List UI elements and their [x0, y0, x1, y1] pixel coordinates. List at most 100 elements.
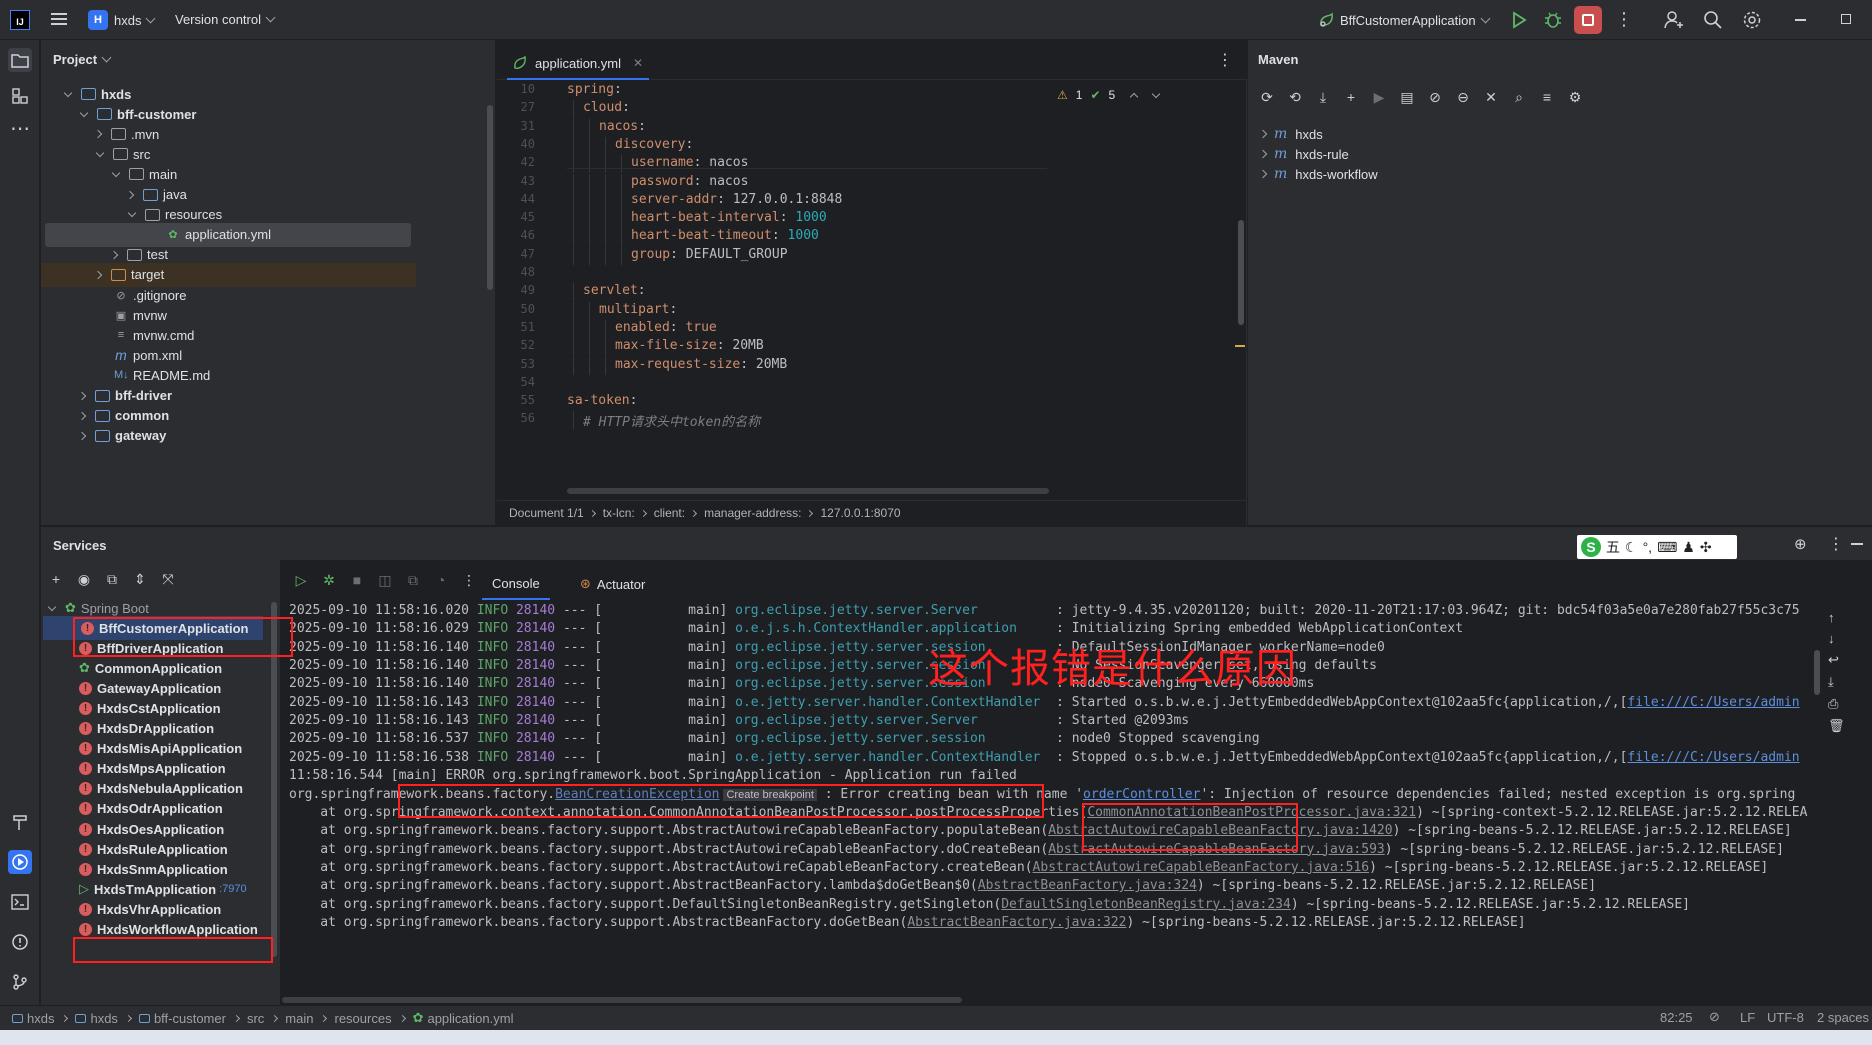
editor-more-icon[interactable]: ⋮ [1217, 50, 1233, 70]
status-path-item[interactable]: bff-customer [138, 1011, 226, 1026]
add-service-icon[interactable]: + [45, 568, 67, 590]
breadcrumb-item[interactable]: Document 1/1 [509, 506, 584, 520]
console-more-icon[interactable]: ⋮ [458, 569, 480, 591]
expand-all-icon[interactable]: ≡ [1536, 86, 1558, 108]
breadcrumb-item[interactable]: client: [654, 506, 685, 520]
print-icon[interactable]: ⎙ [1828, 696, 1845, 712]
source-link[interactable]: CommonAnnotationBeanPostProcessor.java:3… [1087, 805, 1416, 820]
exception-class-link[interactable]: BeanCreationException [555, 787, 719, 802]
debug-service-icon[interactable]: ✲ [318, 569, 340, 591]
chevron-right-icon[interactable] [77, 391, 87, 400]
close-tab-icon[interactable]: ✕ [633, 56, 643, 70]
download-icon[interactable]: ⤓ [1312, 86, 1334, 108]
line-separator[interactable]: LF [1740, 1010, 1755, 1025]
tab-actuator[interactable]: ⊛ Actuator [572, 568, 653, 600]
clear-icon[interactable]: 🗑 [1828, 718, 1845, 734]
logger-name[interactable]: o.e.jetty.server.handler.ContextHandler [735, 695, 1056, 710]
services-tool-icon[interactable] [8, 850, 32, 874]
indent-setting[interactable]: 2 spaces [1817, 1010, 1869, 1025]
rerun-icon[interactable]: ▷ [290, 569, 312, 591]
maven-project[interactable]: m hxds-rule [1258, 144, 1349, 164]
status-path-item[interactable]: main [285, 1011, 313, 1026]
more-icon[interactable]: ⋮ [1615, 10, 1633, 28]
editor-scrollbar[interactable] [1238, 220, 1244, 325]
project-scrollbar[interactable] [487, 105, 493, 290]
chevron-down-icon[interactable] [127, 208, 137, 218]
services-scrollbar[interactable] [271, 602, 277, 957]
soft-wrap-icon[interactable]: ↩ [1828, 652, 1845, 668]
status-path-item[interactable]: hxds [12, 1011, 54, 1026]
chevron-right-icon[interactable] [93, 270, 103, 280]
source-link[interactable]: AbstractAutowireCapableBeanFactory.java:… [1048, 842, 1385, 857]
chevron-right-icon[interactable] [93, 129, 103, 139]
chevron-down-icon[interactable] [95, 148, 105, 158]
chevron-down-icon[interactable] [111, 168, 121, 178]
breadcrumb-item[interactable]: 127.0.0.1:8070 [820, 506, 900, 520]
maven-settings-icon[interactable]: ⚙ [1564, 86, 1586, 108]
service-item[interactable]: ! HxdsWorkflowApplication [41, 918, 281, 942]
new-tab-icon[interactable]: ⧉ [101, 568, 123, 590]
run-maven-icon[interactable]: ▶ [1368, 86, 1390, 108]
hide-icon[interactable] [1851, 543, 1863, 545]
console-hscrollbar[interactable] [282, 997, 962, 1003]
build-tool-icon[interactable] [8, 810, 32, 834]
scroll-down-icon[interactable]: ↓ [1828, 631, 1845, 646]
status-path-item[interactable]: src [247, 1011, 264, 1026]
chevron-right-icon[interactable] [125, 190, 135, 199]
services-more-icon[interactable]: ⋮ [1828, 534, 1844, 554]
logger-name[interactable]: o.e.j.s.h.ContextHandler.application [735, 621, 1056, 636]
git-tool-icon[interactable] [8, 970, 32, 994]
chevron-down-icon[interactable] [79, 108, 89, 117]
file-link[interactable]: file:///C:/Users/admin [1627, 750, 1799, 765]
reload-icon[interactable]: ⟳ [1256, 86, 1278, 108]
maven-project[interactable]: m hxds [1258, 124, 1323, 144]
chevron-right-icon[interactable] [1258, 149, 1268, 159]
logger-name[interactable]: org.eclipse.jetty.server.session [735, 731, 1056, 746]
reload-folder-icon[interactable]: ⟲ [1284, 86, 1306, 108]
collapse-all-icon[interactable]: ⤧ [157, 568, 179, 590]
source-link[interactable]: AbstractBeanFactory.java:324 [978, 878, 1197, 893]
problems-tool-icon[interactable] [8, 930, 32, 954]
collapse-icon[interactable]: ✕ [1480, 86, 1502, 108]
search-icon[interactable] [1703, 10, 1723, 33]
chevron-right-icon[interactable] [77, 431, 87, 440]
main-menu-icon[interactable] [50, 11, 68, 30]
expand-icon[interactable]: ⇕ [129, 568, 151, 590]
tree-item[interactable]: gateway [41, 424, 481, 448]
code-area[interactable]: 10 spring: 27 cloud: 31 nacos: 40 discovery: 42 u… [497, 80, 1237, 480]
screenshot-icon[interactable]: ◫ [374, 569, 396, 591]
bean-name-link[interactable]: orderController [1083, 787, 1200, 802]
create-breakpoint-link[interactable]: Create breakpoint [723, 788, 817, 801]
logger-name[interactable]: org.eclipse.jetty.server.Server [735, 713, 1056, 728]
caret-position[interactable]: 82:25 [1660, 1010, 1693, 1025]
restore-icon[interactable]: ⧉ [402, 569, 424, 591]
logger-name[interactable]: org.eclipse.jetty.server.Server [735, 603, 1056, 618]
chevron-right-icon[interactable] [1258, 170, 1268, 179]
ime-toolbar[interactable]: S 五 ☾ °, ⌨ ♟ ✣ [1577, 535, 1737, 559]
file-encoding[interactable]: UTF-8 [1767, 1010, 1804, 1025]
status-path-item[interactable]: ✿ application.yml [413, 1010, 514, 1026]
source-link[interactable]: DefaultSingletonBeanRegistry.java:234 [1001, 897, 1291, 912]
maximize-icon[interactable] [1841, 14, 1851, 24]
skip-tests-icon[interactable]: ⊖ [1452, 86, 1474, 108]
project-panel-header[interactable]: Project [53, 52, 112, 67]
find-icon[interactable]: ⌕ [1508, 86, 1530, 108]
console-scrollbar[interactable] [1814, 650, 1820, 695]
structure-tool-icon[interactable] [8, 84, 32, 108]
chevron-down-icon[interactable] [63, 88, 73, 97]
status-path-item[interactable]: resources [334, 1011, 391, 1026]
offline-icon[interactable]: ⊘ [1424, 86, 1446, 108]
more-tools-icon[interactable]: ⋯ [8, 116, 32, 140]
add-user-icon[interactable] [1664, 10, 1684, 33]
chevron-down-icon[interactable] [47, 602, 57, 611]
debug-icon[interactable] [1543, 10, 1563, 33]
eye-icon[interactable]: ◉ [73, 568, 95, 590]
chevron-right-icon[interactable] [77, 411, 87, 420]
scroll-up-icon[interactable]: ↑ [1828, 610, 1845, 625]
readonly-icon[interactable]: ⊘ [1709, 1009, 1720, 1025]
scroll-end-icon[interactable]: ⤓ [1828, 674, 1845, 690]
minimize-icon[interactable] [1795, 19, 1806, 21]
editor-hscrollbar[interactable] [567, 488, 1049, 494]
tab-console[interactable]: Console [482, 568, 550, 600]
project-tool-icon[interactable] [8, 48, 32, 72]
